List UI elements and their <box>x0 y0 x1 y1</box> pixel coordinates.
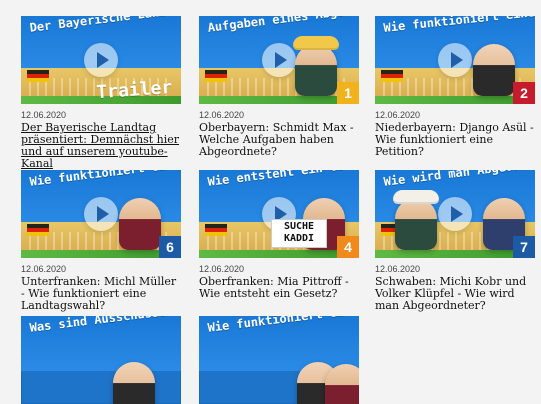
thumbnail-number-badge: 1 <box>337 82 359 104</box>
video-thumbnail[interactable]: Was sind Ausschüsse? <box>21 316 181 404</box>
thumbnail-lawn <box>199 250 359 258</box>
thumbnail-lawn <box>199 96 359 104</box>
thumbnail-flags <box>27 70 49 82</box>
video-date: 12.06.2020 <box>199 264 245 274</box>
thumbnail-person-left <box>395 198 437 250</box>
video-title[interactable]: Oberbayern: Schmidt Max - Welche Aufgabe… <box>199 122 359 158</box>
thumbnail-person <box>473 44 515 96</box>
video-date: 12.06.2020 <box>21 110 67 120</box>
thumbnail-flags <box>205 70 227 82</box>
video-card[interactable]: Was sind Ausschüsse? <box>21 316 181 404</box>
thumbnail-flags <box>205 224 227 236</box>
video-title[interactable]: Oberfranken: Mia Pittroff - Wie entsteht… <box>199 276 359 300</box>
thumbnail-person <box>113 362 155 404</box>
video-card[interactable]: Der Bayerische Landtag präsentiert... Tr… <box>21 16 181 170</box>
video-date: 12.06.2020 <box>375 264 421 274</box>
play-icon[interactable] <box>84 43 118 77</box>
video-title[interactable]: Niederbayern: Django Asül - Wie funktion… <box>375 122 535 158</box>
thumbnail-flags <box>27 224 49 236</box>
thumbnail-flags <box>381 70 403 82</box>
hat-icon <box>293 36 339 50</box>
video-title-link[interactable]: Der Bayerische Landtag präsentiert: Demn… <box>21 121 179 170</box>
play-icon[interactable] <box>262 43 296 77</box>
thumbnail-person <box>295 44 337 96</box>
video-thumbnail[interactable]: Wie entsteht ein Gesetz? SUCHE KADDI 4 <box>199 170 359 258</box>
video-grid: Der Bayerische Landtag präsentiert... Tr… <box>0 0 541 404</box>
play-icon[interactable] <box>84 197 118 231</box>
video-thumbnail[interactable]: Aufgaben eines Abgeordneten? 1 <box>199 16 359 104</box>
video-date: 12.06.2020 <box>375 110 421 120</box>
video-card[interactable]: Wie entsteht ein Gesetz? SUCHE KADDI 4 1… <box>199 170 359 300</box>
video-card[interactable]: Wie wird man Abgeordneter? 7 12.06.2020 … <box>375 170 535 312</box>
video-card[interactable]: Wie funktioniert ein Volksentscheid? <box>199 316 359 404</box>
thumbnail-number-badge: 7 <box>513 236 535 258</box>
play-icon[interactable] <box>438 43 472 77</box>
video-card[interactable]: Wie funktioniert eine Petition? 2 12.06.… <box>375 16 535 158</box>
thumbnail-number-badge: 6 <box>159 236 181 258</box>
video-thumbnail[interactable]: Wie wird man Abgeordneter? 7 <box>375 170 535 258</box>
thumbnail-person <box>119 198 161 250</box>
video-date: 12.06.2020 <box>21 264 67 274</box>
video-title[interactable]: Schwaben: Michi Kobr und Volker Klüpfel … <box>375 276 535 312</box>
thumbnail-person <box>325 364 359 404</box>
thumbnail-sign: SUCHE KADDI <box>271 219 327 248</box>
thumbnail-lawn <box>375 96 535 104</box>
video-title[interactable]: Unterfranken: Michl Müller - Wie funktio… <box>21 276 181 312</box>
video-date: 12.06.2020 <box>199 110 245 120</box>
video-thumbnail[interactable]: Wie funktioniert ein Volksentscheid? <box>199 316 359 404</box>
play-icon[interactable] <box>438 197 472 231</box>
thumbnail-lawn <box>375 250 535 258</box>
thumbnail-lawn <box>21 250 181 258</box>
video-thumbnail[interactable]: Wie funktioniert eine Petition? 2 <box>375 16 535 104</box>
thumbnail-number-badge: 4 <box>337 236 359 258</box>
video-thumbnail[interactable]: Wie funktioniert eine Landtagswahl? 6 <box>21 170 181 258</box>
video-card[interactable]: Wie funktioniert eine Landtagswahl? 6 12… <box>21 170 181 312</box>
hat-icon <box>393 190 439 204</box>
video-thumbnail[interactable]: Der Bayerische Landtag präsentiert... Tr… <box>21 16 181 104</box>
thumbnail-number-badge: 2 <box>513 82 535 104</box>
video-card[interactable]: Aufgaben eines Abgeordneten? 1 12.06.202… <box>199 16 359 158</box>
video-title: Der Bayerische Landtag präsentiert: Demn… <box>21 122 181 170</box>
